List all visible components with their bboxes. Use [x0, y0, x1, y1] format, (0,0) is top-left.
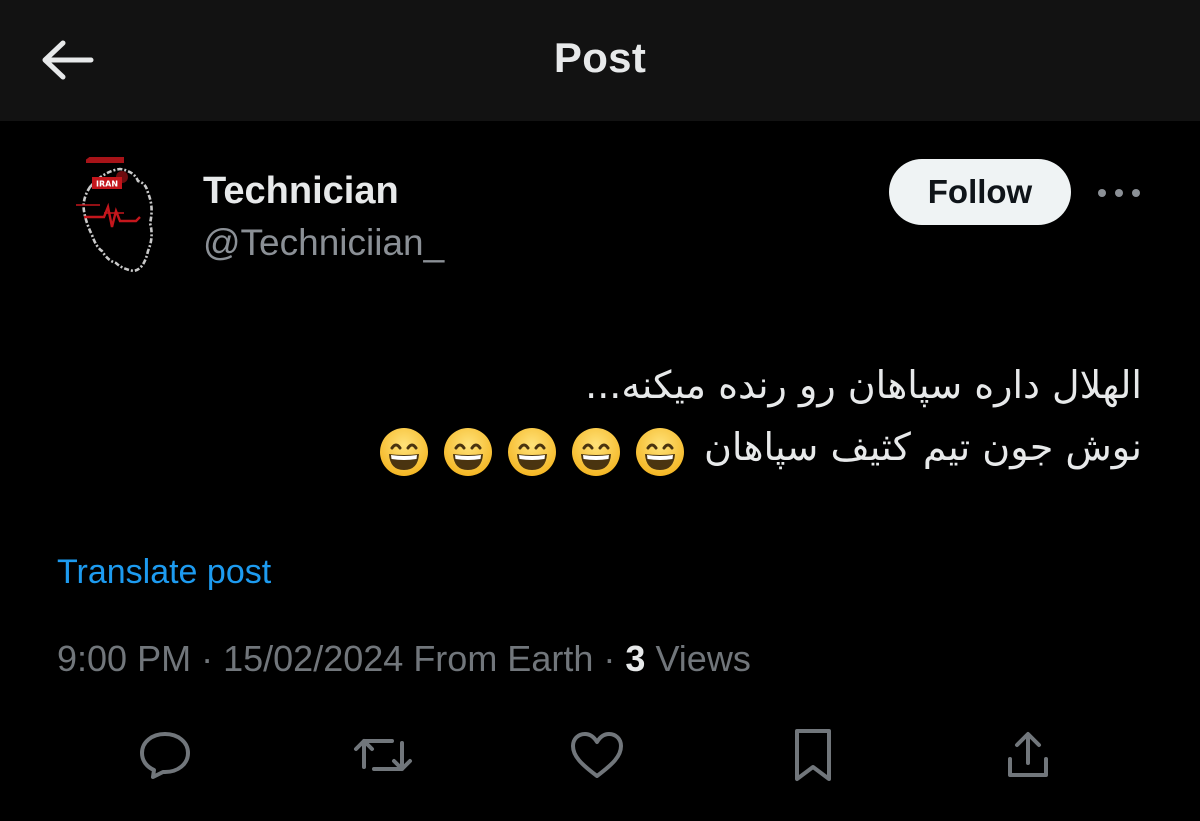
bookmark-button[interactable] — [778, 720, 848, 790]
grinning-face-emoji — [635, 428, 684, 476]
share-button[interactable] — [993, 720, 1063, 790]
post-metadata: 9:00 PM · 15/02/2024 From Earth · 3 View… — [57, 638, 751, 680]
repost-button[interactable] — [348, 720, 418, 790]
author-handle[interactable]: @Techniciian_ — [203, 222, 444, 264]
heart-icon — [571, 732, 623, 778]
grinning-face-emoji — [507, 428, 556, 476]
post-date[interactable]: 15/02/2024 — [223, 638, 403, 679]
post-text-line-2-container: نوش جون تیم کثیف سپاهان — [142, 416, 1142, 481]
more-options-button[interactable] — [1094, 176, 1144, 210]
iran-map-logo: IRAN — [64, 147, 180, 283]
like-button[interactable] — [562, 720, 632, 790]
reply-icon — [140, 732, 190, 779]
grinning-face-emoji — [443, 428, 492, 476]
top-bar: Post — [0, 0, 1200, 121]
avatar[interactable]: IRAN — [64, 147, 180, 283]
page-title: Post — [553, 34, 647, 81]
post-actions-bar — [0, 720, 1200, 790]
repost-icon — [354, 739, 412, 771]
post-text: الهلال داره سپاهان رو رنده میکنه... نوش … — [142, 354, 1142, 481]
meta-separator: · — [603, 638, 616, 679]
follow-button[interactable]: Follow — [889, 159, 1071, 225]
grinning-face-emoji — [571, 428, 620, 476]
post-text-line-1: الهلال داره سپاهان رو رنده میکنه... — [585, 363, 1142, 407]
more-horizontal-icon — [1098, 189, 1140, 197]
post-time[interactable]: 9:00 PM — [57, 638, 191, 679]
views-label[interactable]: Views — [655, 638, 750, 679]
post-source: From Earth — [413, 638, 594, 679]
emoji-row — [372, 419, 692, 481]
grinning-face-emoji — [379, 428, 428, 476]
share-icon — [1008, 732, 1048, 777]
translate-post-link[interactable]: Translate post — [57, 553, 271, 592]
author-display-name[interactable]: Technician — [203, 170, 399, 213]
reply-button[interactable] — [130, 720, 200, 790]
meta-separator: · — [201, 638, 214, 679]
bookmark-icon — [795, 729, 831, 781]
post-text-line-2: نوش جون تیم کثیف سپاهان — [703, 425, 1142, 469]
views-count[interactable]: 3 — [625, 638, 645, 679]
avatar-text: IRAN — [96, 180, 118, 189]
